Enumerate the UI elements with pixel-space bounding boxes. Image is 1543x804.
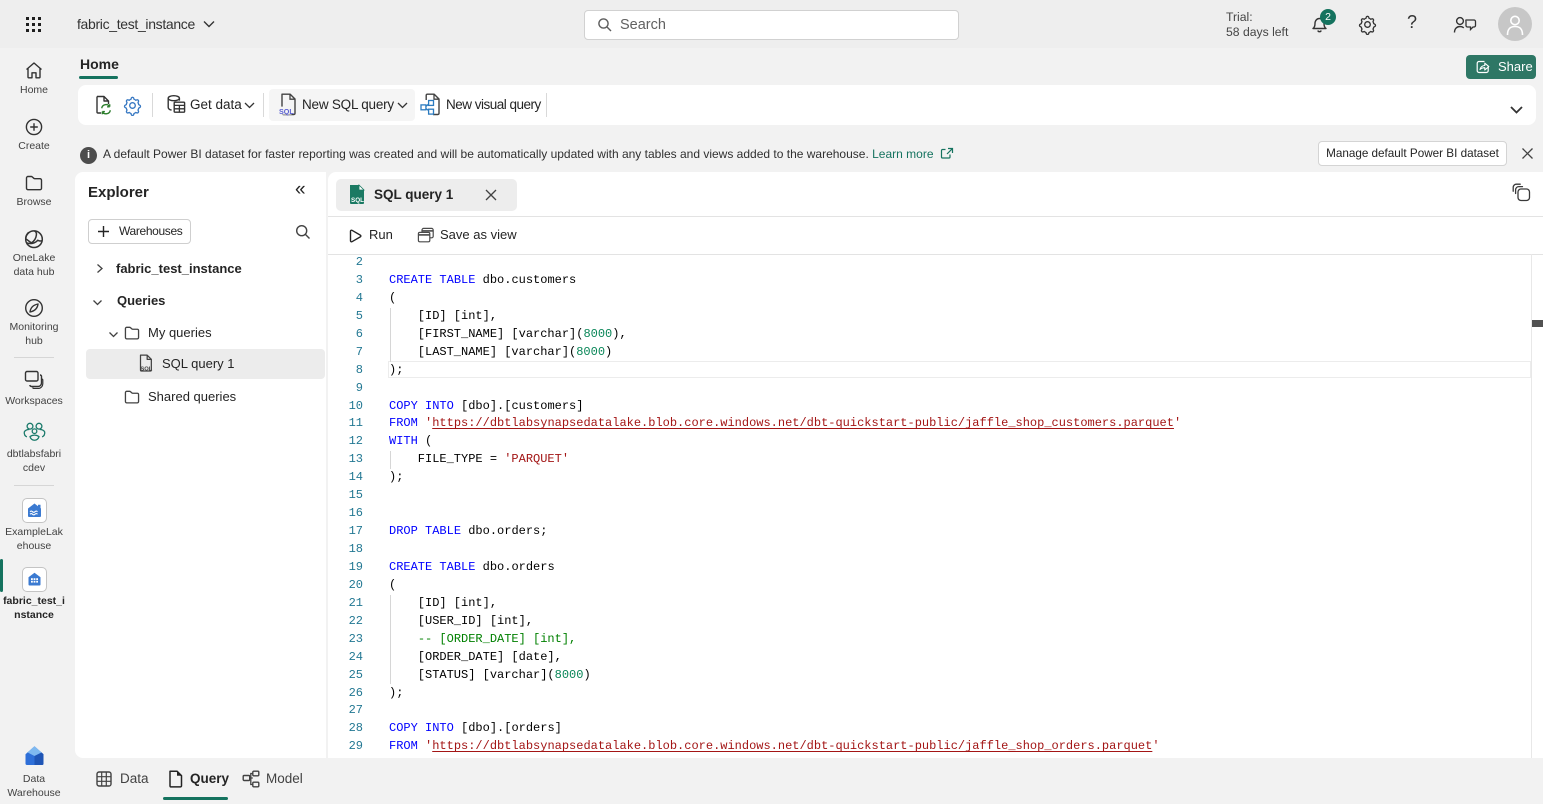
svg-text:SQL: SQL [351,197,364,204]
svg-text:SQL: SQL [279,107,294,116]
svg-text:SQL: SQL [140,367,152,373]
